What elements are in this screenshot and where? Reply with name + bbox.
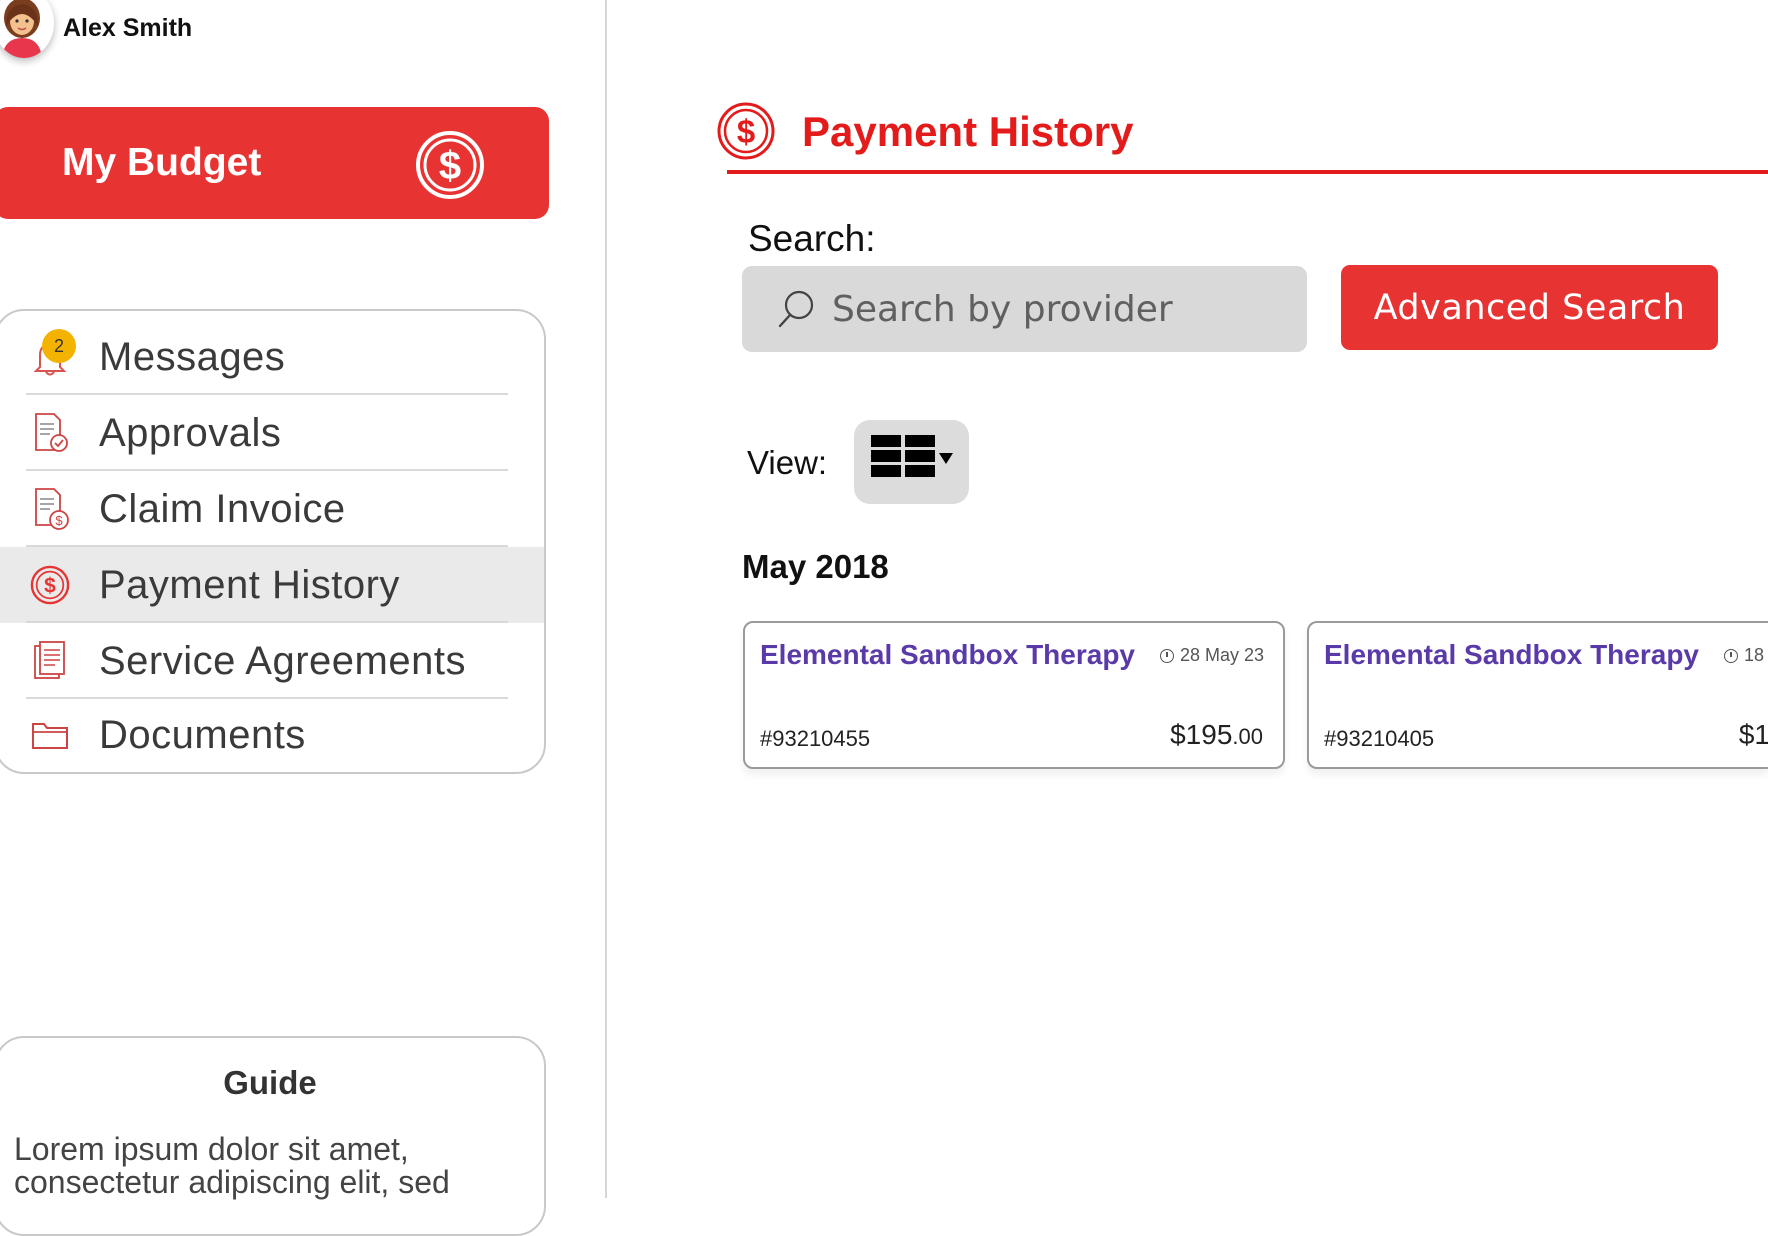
- payment-amount-main: $195: [1170, 719, 1233, 750]
- user-name: Alex Smith: [63, 14, 193, 42]
- sidebar-item-service-agreements[interactable]: Service Agreements: [0, 623, 544, 699]
- search-box[interactable]: [742, 266, 1307, 352]
- svg-text:$: $: [439, 144, 461, 188]
- svg-text:$: $: [737, 113, 755, 150]
- sidebar-item-claim-invoice[interactable]: $ Claim Invoice: [0, 471, 544, 547]
- sidebar-item-payment-history[interactable]: $ Payment History: [0, 547, 544, 623]
- sidebar-item-label: Documents: [99, 712, 306, 757]
- invoice-dollar-icon: $: [30, 488, 70, 530]
- folder-icon: [30, 714, 70, 756]
- payment-card[interactable]: Elemental Sandbox Therapy 28 May 23 #932…: [743, 621, 1285, 769]
- guide-title: Guide: [223, 1064, 317, 1101]
- dollar-circle-icon: $: [416, 131, 484, 199]
- payment-date-text: 28 May 23: [1180, 645, 1265, 665]
- view-label: View:: [747, 444, 828, 481]
- sidebar-item-label: Claim Invoice: [99, 486, 346, 531]
- sidebar-item-label: Messages: [99, 334, 286, 379]
- sidebar-item-label: Approvals: [99, 410, 282, 455]
- payment-card[interactable]: Elemental Sandbox Therapy 18 #93210405 $…: [1307, 621, 1768, 769]
- payment-amount-cents: .00: [1232, 724, 1263, 749]
- payment-date: 18: [1724, 645, 1764, 666]
- dollar-circle-icon: $: [30, 564, 70, 606]
- agreement-document-icon: [30, 640, 70, 682]
- search-icon: [778, 290, 814, 328]
- search-label: Search:: [748, 218, 876, 259]
- clock-icon: [1160, 649, 1174, 663]
- guide-text: Lorem ipsum dolor sit amet, consectetur …: [14, 1131, 450, 1200]
- payment-provider: Elemental Sandbox Therapy: [760, 639, 1135, 670]
- sidebar-item-approvals[interactable]: Approvals: [0, 395, 544, 471]
- payment-date-text: 18: [1744, 645, 1765, 665]
- title-underline: [727, 170, 1768, 174]
- payment-amount-main: $1: [1738, 719, 1768, 750]
- payment-amount: $195.00: [1170, 719, 1263, 751]
- view-mode-dropdown[interactable]: [854, 420, 969, 504]
- page-title: Payment History: [802, 108, 1134, 155]
- sidebar: Alex Smith My Budget $ 2 Messages Approv…: [0, 0, 607, 1236]
- sidebar-item-messages[interactable]: 2 Messages: [0, 319, 544, 395]
- search-input[interactable]: [832, 266, 1292, 352]
- svg-text:$: $: [44, 575, 56, 598]
- payment-reference: #93210455: [760, 726, 871, 751]
- sidebar-item-documents[interactable]: Documents: [0, 697, 544, 772]
- advanced-search-button[interactable]: Advanced Search: [1341, 265, 1718, 350]
- sidebar-item-label: Service Agreements: [99, 638, 466, 683]
- sidebar-item-label: Payment History: [99, 562, 400, 607]
- payment-amount: $1: [1739, 719, 1768, 751]
- grid-view-icon: [871, 435, 953, 477]
- payment-reference: #93210405: [1324, 726, 1435, 751]
- my-budget-label: My Budget: [62, 141, 262, 184]
- messages-badge: 2: [42, 329, 76, 363]
- month-heading: May 2018: [742, 548, 889, 585]
- clock-icon: [1724, 649, 1738, 663]
- dollar-circle-icon: $: [717, 102, 775, 160]
- avatar[interactable]: [0, 0, 54, 58]
- my-budget-button[interactable]: My Budget $: [0, 107, 549, 219]
- payment-provider: Elemental Sandbox Therapy: [1324, 639, 1699, 670]
- svg-text:$: $: [55, 513, 63, 528]
- chevron-down-icon: [939, 453, 953, 464]
- document-check-icon: [30, 412, 70, 454]
- sidebar-nav: 2 Messages Approvals $ Claim Invoice $ P…: [0, 309, 546, 774]
- guide-panel: Guide Lorem ipsum dolor sit amet, consec…: [0, 1036, 546, 1236]
- payment-date: 28 May 23: [1160, 645, 1264, 666]
